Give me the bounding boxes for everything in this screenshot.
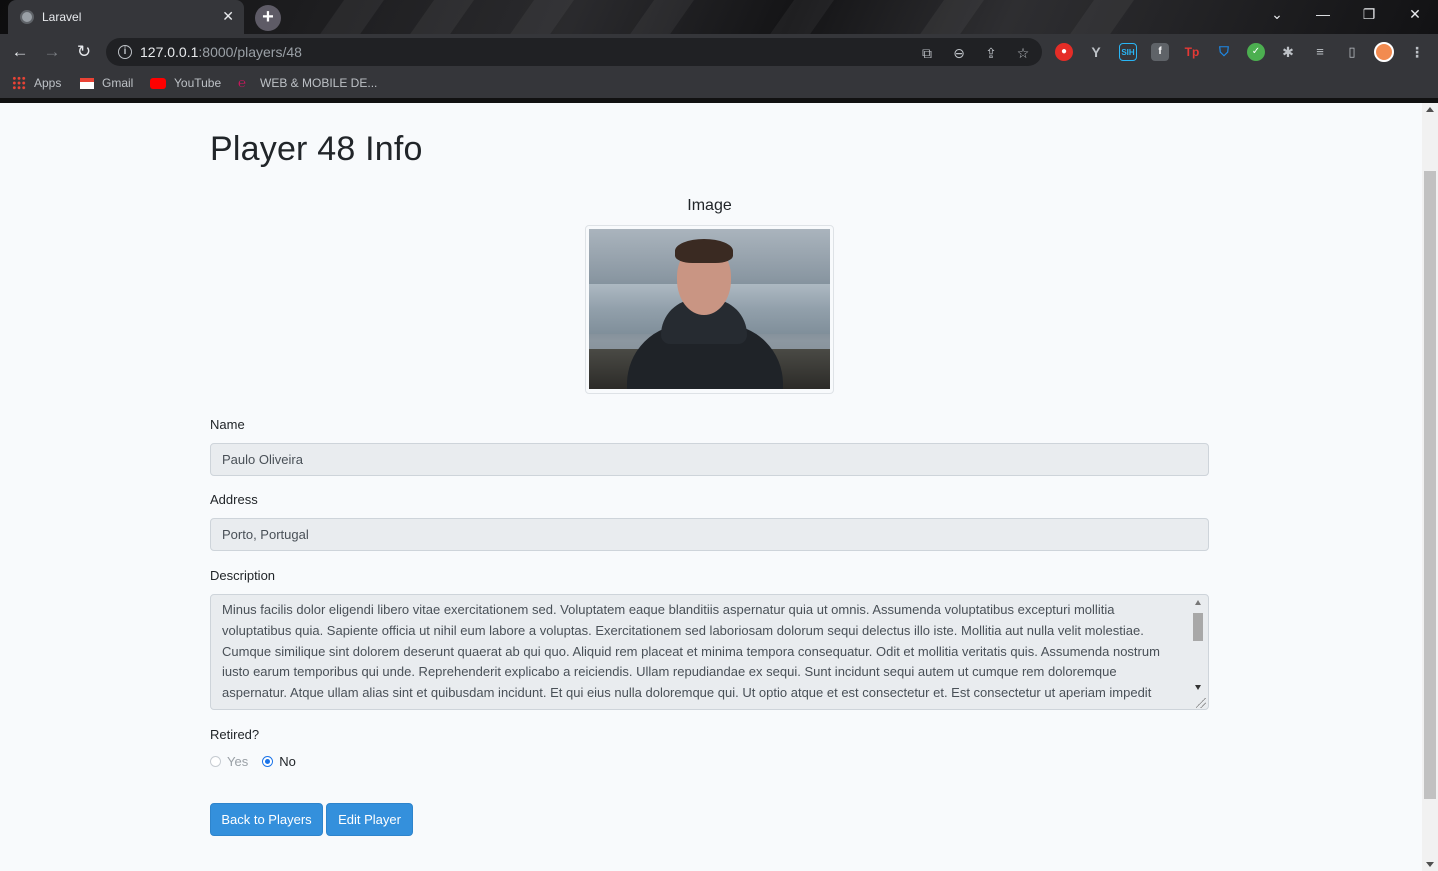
media-control-icon[interactable]: ≡	[1311, 43, 1329, 61]
scroll-up-icon[interactable]	[1195, 600, 1201, 605]
extension-adblock-icon[interactable]: ●	[1055, 43, 1073, 61]
description-textarea[interactable]: Minus facilis dolor eligendi libero vita…	[210, 594, 1209, 710]
browser-chrome: Laravel ✕ + ⌄ — ❐ ✕ ← → ↻ i 127.0.0.1:80…	[0, 0, 1438, 103]
close-window-button[interactable]: ✕	[1392, 0, 1438, 30]
page-scrollbar[interactable]	[1422, 103, 1438, 871]
bookmark-youtube[interactable]: YouTube	[150, 76, 221, 90]
address-bar[interactable]: i 127.0.0.1:8000/players/48 ⧉ ⊖ ⇪ ☆	[106, 38, 1042, 66]
back-to-players-button[interactable]: Back to Players	[210, 803, 323, 836]
bookmark-gmail[interactable]: Gmail	[80, 76, 133, 90]
extension-font-icon[interactable]: f	[1151, 43, 1169, 61]
retired-yes-radio[interactable]	[210, 756, 221, 767]
bookmark-star-icon[interactable]: ☆	[1014, 44, 1032, 62]
tab-search-icon[interactable]: ⌄	[1254, 0, 1300, 30]
retired-yes-label[interactable]: Yes	[227, 754, 248, 769]
textarea-scrollbar[interactable]	[1190, 598, 1206, 692]
address-field[interactable]: Porto, Portugal	[210, 518, 1209, 551]
bookmark-site-icon: ℮	[238, 75, 246, 90]
retired-no-label[interactable]: No	[279, 754, 296, 769]
youtube-icon	[150, 77, 166, 89]
forward-arrow-icon[interactable]: →	[40, 40, 64, 64]
zoom-icon[interactable]: ⊖	[950, 44, 968, 62]
name-field[interactable]: Paulo Oliveira	[210, 443, 1209, 476]
retired-label: Retired?	[210, 727, 260, 742]
browser-toolbar: ← → ↻ i 127.0.0.1:8000/players/48 ⧉ ⊖ ⇪ …	[0, 34, 1438, 70]
page-title: Player 48 Info	[210, 130, 423, 168]
translate-icon[interactable]: ⧉	[918, 44, 936, 62]
close-tab-icon[interactable]: ✕	[222, 8, 234, 24]
player-photo	[589, 229, 830, 389]
extension-tp-icon[interactable]: Tp	[1183, 43, 1201, 61]
image-label: Image	[687, 197, 732, 214]
side-panel-icon[interactable]: ▯	[1343, 43, 1361, 61]
reload-icon[interactable]: ↻	[72, 40, 96, 64]
retired-radio-group: Yes No	[210, 754, 310, 769]
page-scroll-thumb[interactable]	[1424, 171, 1436, 799]
new-tab-button[interactable]: +	[255, 5, 281, 31]
extension-sih-icon[interactable]: SIH	[1119, 43, 1137, 61]
bookmark-apps[interactable]: Apps	[12, 76, 61, 90]
scroll-thumb[interactable]	[1193, 613, 1203, 641]
resize-handle-icon[interactable]	[1196, 698, 1206, 708]
bookmark-web-mobile[interactable]: ℮ WEB & MOBILE DE...	[238, 75, 377, 91]
tab-strip: Laravel ✕ + ⌄ — ❐ ✕	[0, 0, 1438, 34]
share-icon[interactable]: ⇪	[982, 44, 1000, 62]
back-arrow-icon[interactable]: ←	[8, 40, 32, 64]
tab-title: Laravel	[42, 10, 82, 24]
extension-filter-icon[interactable]: Y	[1087, 43, 1105, 61]
name-label: Name	[210, 417, 245, 432]
bookmarks-bar: Apps Gmail YouTube ℮ WEB & MOBILE DE...	[0, 70, 1438, 98]
profile-avatar[interactable]	[1374, 42, 1394, 62]
restore-button[interactable]: ❐	[1346, 0, 1392, 30]
extension-shield-icon[interactable]: ⛉	[1215, 43, 1233, 61]
more-menu-icon[interactable]: ⋮	[1408, 43, 1426, 61]
player-image-frame	[585, 225, 834, 394]
site-info-icon[interactable]: i	[118, 45, 132, 59]
url-text[interactable]: 127.0.0.1:8000/players/48	[140, 44, 302, 60]
description-label: Description	[210, 568, 276, 583]
edit-player-button[interactable]: Edit Player	[326, 803, 413, 836]
page-scroll-up-icon[interactable]	[1426, 107, 1434, 112]
browser-tab[interactable]: Laravel ✕	[8, 0, 244, 34]
minimize-button[interactable]: —	[1300, 0, 1346, 30]
retired-no-radio[interactable]	[262, 756, 274, 767]
globe-icon	[20, 10, 34, 24]
page-scroll-down-icon[interactable]	[1426, 862, 1434, 867]
extension-check-icon[interactable]: ✓	[1247, 43, 1265, 61]
gmail-icon	[80, 77, 94, 89]
extensions-puzzle-icon[interactable]: ✱	[1279, 43, 1297, 61]
address-label: Address	[210, 492, 258, 507]
scroll-down-icon[interactable]	[1195, 685, 1201, 690]
apps-grid-icon	[12, 76, 26, 90]
